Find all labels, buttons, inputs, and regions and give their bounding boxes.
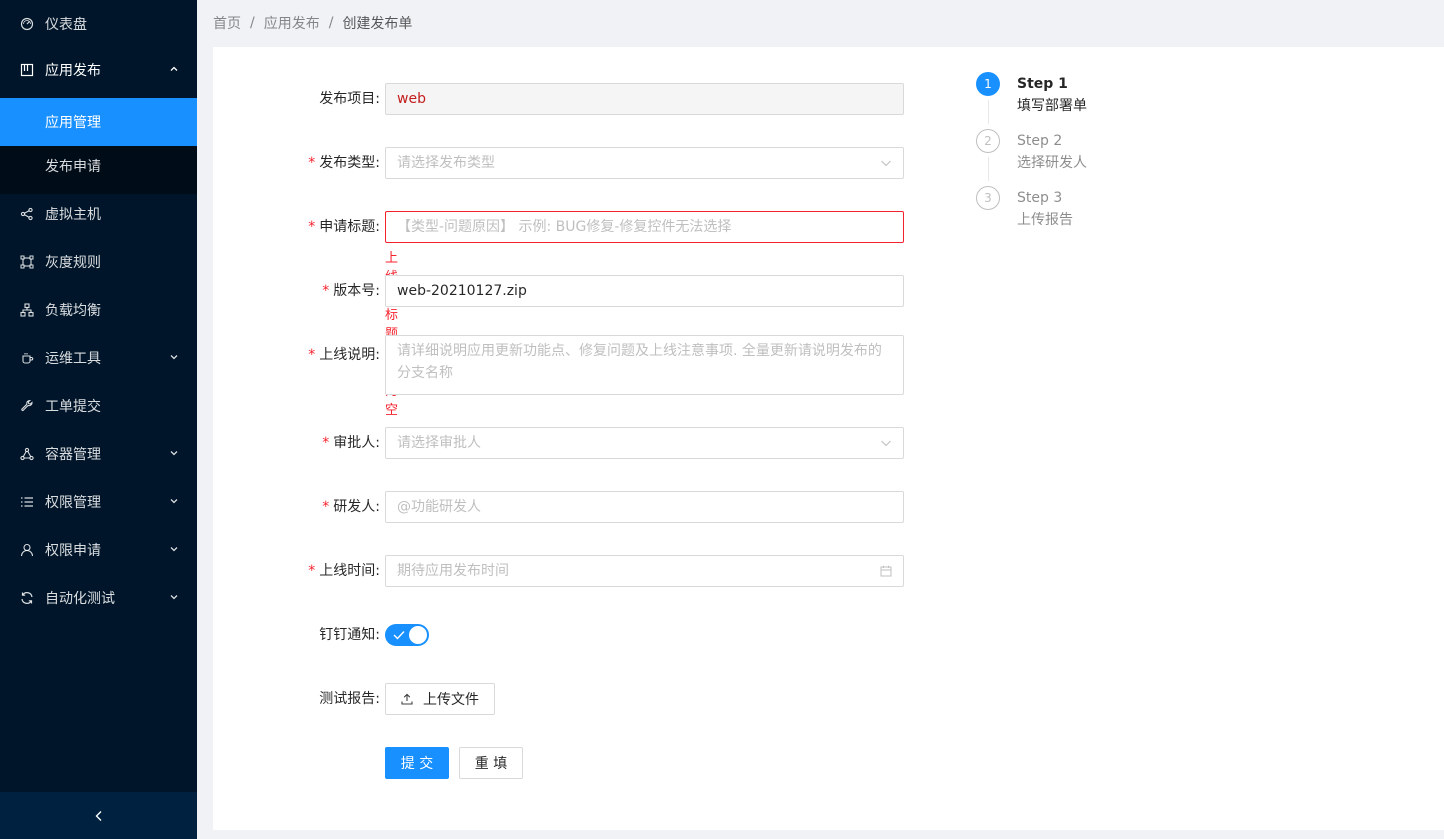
chevron-down-icon <box>881 160 891 167</box>
sidebar-collapse-button[interactable] <box>0 792 197 839</box>
sidebar-item-ticket-submit[interactable]: 工单提交 <box>0 382 197 430</box>
step-number-icon: 3 <box>976 186 1000 210</box>
chevron-up-icon <box>170 66 178 71</box>
step-connector <box>988 157 989 181</box>
gateway-icon <box>20 255 34 269</box>
sidebar-item-label: 仪表盘 <box>45 17 87 33</box>
sync-icon <box>20 591 34 605</box>
breadcrumb-separator: / <box>250 15 255 31</box>
sidebar-item-label: 自动化测试 <box>45 591 115 607</box>
title-input[interactable]: 【类型-问题原因】 示例: BUG修复-修复控件无法选择 <box>385 211 904 243</box>
upload-file-button[interactable]: 上传文件 <box>385 683 495 715</box>
step-title: Step 1 <box>1017 76 1068 92</box>
sidebar-item-label: 灰度规则 <box>45 255 101 271</box>
release-time-picker[interactable]: 期待应用发布时间 <box>385 555 904 587</box>
breadcrumb-current: 创建发布单 <box>342 16 413 32</box>
check-icon <box>393 631 405 640</box>
chevron-down-icon <box>170 595 178 600</box>
calendar-icon <box>880 565 892 577</box>
upload-icon <box>401 693 413 705</box>
breadcrumb-separator: / <box>328 15 334 31</box>
wrench-icon <box>20 399 34 413</box>
step-3: 3 Step 3 上传报告 <box>976 186 1176 243</box>
sidebar-item-label: 应用发布 <box>45 63 101 79</box>
form-label: * 审批人: <box>322 435 380 451</box>
form-label: * 申请标题: <box>308 219 380 235</box>
step-1: 1 Step 1 填写部署单 <box>976 72 1176 129</box>
form-label: * 版本号: <box>322 283 380 299</box>
sidebar-item-dashboard[interactable]: 仪表盘 <box>0 0 197 48</box>
chevron-down-icon <box>170 547 178 552</box>
form-label: * 上线时间: <box>308 563 380 579</box>
sidebar-item-label: 工单提交 <box>45 399 101 415</box>
version-input[interactable]: web-20210127.zip <box>385 275 904 307</box>
breadcrumb-app-release[interactable]: 应用发布 <box>264 13 320 33</box>
approver-select[interactable]: 请选择审批人 <box>385 427 904 459</box>
form-label: * 研发人: <box>322 499 380 515</box>
step-description: 上传报告 <box>1017 212 1073 228</box>
step-number-icon: 2 <box>976 129 1000 153</box>
layout-icon <box>20 63 34 77</box>
step-connector <box>988 100 989 124</box>
reset-button[interactable]: 重 填 <box>459 747 523 779</box>
dashboard-icon <box>20 17 34 31</box>
step-number-icon: 1 <box>976 72 1000 96</box>
developer-mention-input[interactable]: @功能研发人 <box>385 491 904 523</box>
chevron-down-icon <box>881 440 891 447</box>
form-label: 测试报告: <box>319 691 380 707</box>
project-field: web <box>385 83 904 115</box>
breadcrumb: 首页 / 应用发布 / 创建发布单 <box>213 13 412 33</box>
chevron-left-icon <box>95 810 101 821</box>
step-title: Step 2 <box>1017 133 1063 149</box>
step-2: 2 Step 2 选择研发人 <box>976 129 1176 186</box>
dingtalk-switch[interactable] <box>385 624 429 646</box>
form-label: 发布项目: <box>319 91 380 107</box>
content-card: 发布项目: web * 发布类型: 请选择发布类型 * 申请标题: 【类型-问题原因… <box>213 47 1444 830</box>
description-textarea[interactable]: 请详细说明应用更新功能点、修复问题及上线注意事项. 全量更新请说明发布的分支名称 <box>385 335 904 395</box>
step-description: 填写部署单 <box>1017 98 1087 114</box>
step-title: Step 3 <box>1017 190 1063 206</box>
breadcrumb-home[interactable]: 首页 <box>213 13 241 33</box>
sidebar-item-label: 应用管理 <box>45 115 101 131</box>
submit-button[interactable]: 提 交 <box>385 747 449 779</box>
release-type-select[interactable]: 请选择发布类型 <box>385 147 904 179</box>
switch-knob <box>409 626 427 644</box>
step-description: 选择研发人 <box>1017 155 1087 171</box>
form-label: * 发布类型: <box>308 155 380 171</box>
form-label: 钉钉通知: <box>319 627 380 643</box>
form-label: * 上线说明: <box>308 347 380 363</box>
